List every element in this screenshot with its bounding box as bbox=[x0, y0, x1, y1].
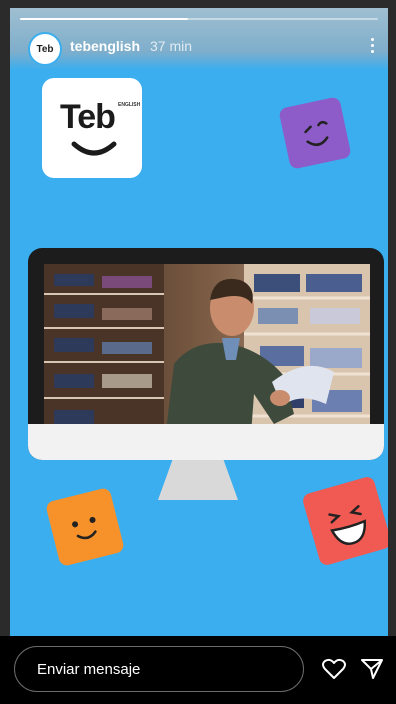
desktop-monitor bbox=[28, 248, 384, 460]
monitor-chin bbox=[28, 424, 384, 460]
story-view[interactable]: Teb tebenglish 37 min Teb ENGLISH bbox=[10, 8, 388, 636]
monitor-stand bbox=[158, 460, 238, 500]
teb-logo-card: Teb ENGLISH bbox=[42, 78, 142, 178]
send-icon[interactable] bbox=[360, 658, 384, 680]
smile-sticker-orange bbox=[44, 486, 126, 568]
send-message-input[interactable]: Enviar mensaje bbox=[14, 646, 304, 692]
story-progress-fill bbox=[20, 18, 189, 20]
username[interactable]: tebenglish bbox=[70, 38, 140, 54]
more-vertical-icon[interactable] bbox=[364, 32, 380, 58]
smile-face-icon bbox=[72, 516, 97, 540]
logo-smile-icon bbox=[71, 141, 117, 156]
store-photo-image bbox=[44, 264, 370, 448]
post-time: 37 min bbox=[150, 38, 193, 54]
avatar-logo-text: Teb bbox=[36, 43, 54, 55]
profile-avatar[interactable]: Teb bbox=[28, 32, 62, 66]
wink-face-icon bbox=[304, 120, 329, 146]
heart-icon[interactable] bbox=[322, 658, 346, 680]
story-progress-bar bbox=[20, 18, 378, 20]
wink-sticker bbox=[278, 96, 352, 170]
send-message-placeholder: Enviar mensaje bbox=[37, 660, 141, 678]
laugh-face-icon bbox=[328, 505, 367, 545]
laugh-sticker-red bbox=[301, 475, 388, 567]
monitor-screen-photo bbox=[44, 264, 370, 448]
